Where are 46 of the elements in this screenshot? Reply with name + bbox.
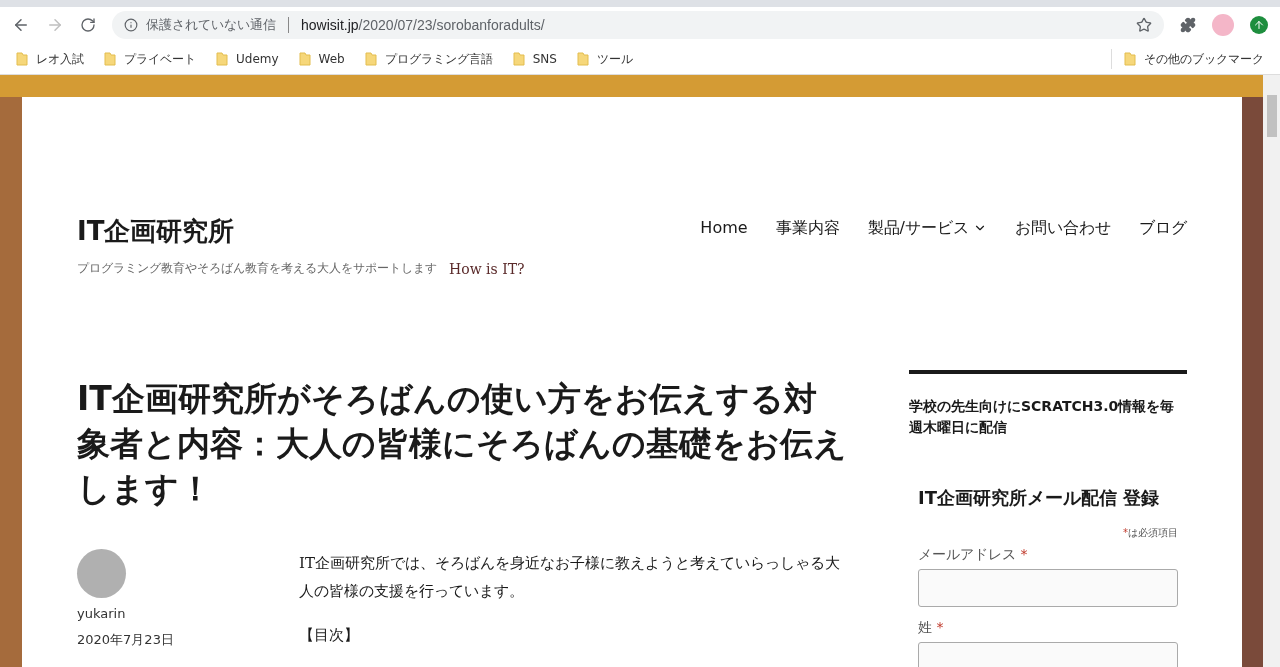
- article-paragraph: IT企画研究所では、そろばんを身近なお子様に教えようと考えていらっしゃる大人の皆様の支援を行っています。: [299, 553, 841, 602]
- folder-icon: [364, 51, 377, 66]
- folder-icon: [104, 51, 116, 66]
- author-avatar: [77, 549, 126, 598]
- nav-link[interactable]: 事業内容: [775, 216, 840, 240]
- folder-icon: [216, 51, 228, 66]
- site-title[interactable]: IT企画研究所: [77, 212, 525, 251]
- input-field[interactable]: [918, 569, 1178, 607]
- required-note: *は必須項目: [1122, 526, 1178, 540]
- scrollbar[interactable]: [1263, 75, 1280, 667]
- folder-icon: [298, 51, 311, 66]
- nav-link[interactable]: ブログ: [1139, 216, 1187, 240]
- extensions-icon[interactable]: [1180, 17, 1196, 33]
- nav-link[interactable]: Home: [700, 216, 748, 240]
- back-icon[interactable]: [12, 16, 30, 34]
- form-title: IT企画研究所メール配信 登録: [918, 486, 1161, 510]
- field-label: 姓 *: [918, 618, 945, 637]
- nav-link[interactable]: お問い合わせ: [1015, 216, 1111, 240]
- bookmark-item[interactable]: Web: [298, 49, 345, 68]
- article-paragraph: 【目次】: [299, 625, 360, 646]
- security-label: 保護されていない通信: [146, 16, 276, 35]
- tagline-suffix: How is IT?: [449, 260, 525, 279]
- folder-icon: [16, 51, 28, 66]
- author-name[interactable]: yukarin: [77, 604, 299, 624]
- folder-icon: [576, 51, 589, 66]
- bookmark-item[interactable]: Udemy: [216, 49, 279, 68]
- folder-icon: [1124, 51, 1136, 66]
- update-icon[interactable]: [1250, 16, 1268, 34]
- widget-title: 学校の先生向けにSCRATCH3.0情報を毎週木曜日に配信: [909, 397, 1176, 437]
- field-label: メールアドレス *: [918, 545, 1029, 564]
- info-icon[interactable]: [124, 18, 138, 32]
- article-title: IT企画研究所がそろばんの使い方をお伝えする対象者と内容：大人の皆様にそろばんの基礎をお伝えします！: [77, 378, 847, 510]
- site-tagline: プログラミング教育やそろばん教育を考える大人をサポートします: [77, 260, 437, 277]
- post-date[interactable]: 2020年7月23日: [77, 629, 299, 649]
- folder-icon: [512, 51, 525, 66]
- bookmark-item[interactable]: プログラミング言語: [364, 49, 493, 68]
- bookmark-item[interactable]: ツール: [576, 49, 633, 68]
- bookmark-item[interactable]: レオ入試: [16, 49, 84, 68]
- bookmark-item[interactable]: SNS: [512, 49, 557, 68]
- bookmark-item[interactable]: プライベート: [104, 49, 196, 68]
- url-text: howisit.jp/2020/07/23/sorobanforadults/: [301, 15, 545, 35]
- bookmark-star-icon[interactable]: [1136, 17, 1152, 33]
- other-bookmarks[interactable]: その他のブックマーク: [1124, 49, 1264, 68]
- reload-icon[interactable]: [80, 17, 96, 33]
- nav-link[interactable]: 製品/サービス: [867, 216, 987, 240]
- address-bar[interactable]: 保護されていない通信 howisit.jp/2020/07/23/sorobanforadults/: [112, 11, 1164, 39]
